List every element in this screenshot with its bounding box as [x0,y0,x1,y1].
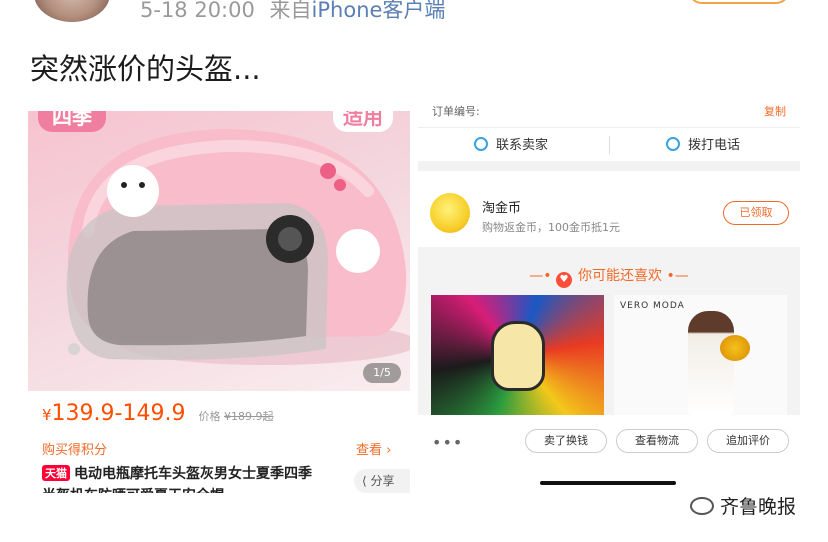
phone-icon [666,137,680,151]
share-icon: ⟨ [362,474,367,488]
avatar[interactable] [34,0,110,22]
add-review-button[interactable]: 追加评价 [707,429,789,453]
coin-title: 淘金币 [482,201,522,216]
post-source-link[interactable]: iPhone客户端 [312,0,446,22]
sell-button[interactable]: 卖了换钱 [525,429,607,453]
call-button[interactable]: 拨打电话 [666,134,740,153]
contact-bar: 联系卖家 拨打电话 [418,127,800,161]
product-image[interactable]: 四季 适用 1/5 [28,111,410,391]
home-indicator [540,481,676,485]
heart-icon: ♥ [556,272,572,288]
recommend-card-1[interactable] [431,295,604,417]
post-meta: 5-18 20:00 来自iPhone客户端 [140,0,445,24]
contact-seller-button[interactable]: 联系卖家 [474,134,548,153]
copy-link[interactable]: 复制 [764,105,786,119]
product-title: 天猫 电动电瓶摩托车头盔灰男女士夏季四季 [42,463,312,483]
coin-row[interactable]: 淘金币 购物返金币，100金币抵1元 已领取 [418,171,800,247]
product-title-line1: 电动电瓶摩托车头盔灰男女士夏季四季 [74,466,312,482]
helmet-illustration [66,129,410,365]
model-figure [688,311,734,415]
claimed-button[interactable]: 已领取 [723,201,789,225]
character-face [491,321,545,391]
coin-icon [430,193,470,233]
recommend-title: —• ♥ 你可能还喜欢 •— [418,265,800,288]
action-bar: ••• 卖了换钱 查看物流 追加评价 [418,415,800,493]
watermark: 齐鲁晚报 [690,492,796,519]
share-button[interactable]: ⟨ 分享 [354,469,410,493]
watermark-text: 齐鲁晚报 [720,496,797,518]
call-label: 拨打电话 [688,138,741,153]
points-link[interactable]: 购买得积分 [42,439,107,458]
original-price-value: ¥189.9起 [224,410,274,423]
wechat-icon [690,497,714,515]
product-title-line2: 半盔机车防晒可爱夏天安全帽 [42,485,224,493]
post-text: 突然涨价的头盔... [30,52,261,86]
product-screenshot[interactable]: 四季 适用 1/5 ¥139.9-149.9 价格 ¥189.9起 购买得积分 … [28,111,410,493]
source-prefix: 来自 [269,0,312,22]
order-screenshot[interactable]: 订单编号: 复制 联系卖家 拨打电话 淘金币 购物返金币，100金币抵1元 已领… [418,105,800,493]
divider [609,136,610,154]
order-number-label: 订单编号: [432,105,480,118]
original-label: 价格 [198,410,221,423]
price: 139.9-149.9 [51,401,186,426]
post-time: 5-18 20:00 [140,0,255,22]
logistics-button[interactable]: 查看物流 [616,429,698,453]
share-label: 分享 [370,474,395,488]
flower-basket [720,335,750,361]
brand-label: VERO MODA [620,301,685,311]
recommend-card-2[interactable]: VERO MODA [614,295,787,417]
recommend-title-text: 你可能还喜欢 [578,268,662,284]
view-link[interactable]: 查看 › [356,439,391,458]
price-symbol: ¥ [42,406,52,424]
follow-button[interactable] [688,0,790,4]
section-gap [418,161,800,171]
chat-icon [474,137,488,151]
tmall-badge: 天猫 [42,465,70,481]
original-price: 价格 ¥189.9起 [199,410,274,423]
contact-seller-label: 联系卖家 [496,138,549,153]
price-row: ¥139.9-149.9 价格 ¥189.9起 [42,401,274,426]
image-counter: 1/5 [363,363,401,383]
more-icon[interactable]: ••• [432,433,463,452]
coin-subtitle: 购物返金币，100金币抵1元 [482,221,620,234]
